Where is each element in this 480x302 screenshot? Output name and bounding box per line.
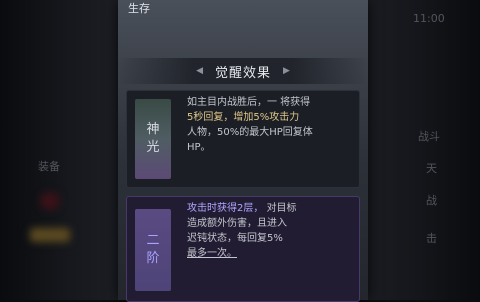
card-text-line: 人物，50%的最大HP回复体	[187, 127, 313, 138]
card-tag-text: 神 光	[146, 122, 160, 155]
card-text-line: HP。	[187, 142, 211, 153]
card-text-line: 5秒回复，增加5%攻击力	[187, 112, 300, 123]
effect-card[interactable]: 二 阶 攻击时获得2层， 对目标 造成额外伤害，且进入 迟钝状态，每回复5% 最…	[126, 196, 360, 302]
right-item-4[interactable]: 击	[426, 230, 437, 246]
right-background: 11:00 战斗 天 战 击	[368, 0, 480, 300]
left-background: 装备	[0, 0, 118, 300]
card-text-line: 对目标	[266, 203, 297, 214]
card-tag: 二 阶	[135, 209, 171, 291]
card-tag: 神 光	[135, 99, 171, 179]
prev-arrow-icon[interactable]: ◀	[196, 66, 203, 76]
red-gem-icon	[40, 192, 60, 210]
right-item-3[interactable]: 战	[426, 192, 437, 208]
left-label: 装备	[38, 160, 60, 173]
clock-text: 11:00	[413, 12, 445, 25]
gold-bar-icon	[30, 228, 70, 242]
card-tag-text: 二 阶	[146, 233, 160, 266]
card-text-line: 造成额外伤害，且进入	[187, 218, 287, 229]
card-text-line: 迟钝状态，每回复5%	[187, 233, 283, 244]
card-text-line: 如主目内战胜后，一 将获得	[187, 97, 311, 108]
right-item-2[interactable]: 天	[426, 160, 437, 176]
card-text-line: 最多一次。	[187, 248, 237, 259]
section-title: 觉醒效果	[214, 65, 271, 81]
card-text-line: 攻击时获得2层，	[187, 203, 264, 214]
effect-card[interactable]: 神 光 如主目内战胜后，一 将获得 5秒回复，增加5%攻击力 人物，50%的最大…	[126, 90, 360, 188]
panel-top-label: 生存	[128, 2, 150, 15]
card-description: 如主目内战胜后，一 将获得 5秒回复，增加5%攻击力 人物，50%的最大HP回复…	[171, 91, 359, 187]
section-header: ◀ 觉醒效果 ▶	[118, 58, 368, 84]
awakening-panel: 生存 ◀ 觉醒效果 ▶ 神 光 如主目内战胜后，一 将获得 5秒回复，增加5%攻…	[118, 0, 368, 302]
right-item-1[interactable]: 战斗	[418, 128, 440, 144]
card-description: 攻击时获得2层， 对目标 造成额外伤害，且进入 迟钝状态，每回复5% 最多一次。	[171, 197, 359, 301]
next-arrow-icon[interactable]: ▶	[283, 66, 290, 76]
